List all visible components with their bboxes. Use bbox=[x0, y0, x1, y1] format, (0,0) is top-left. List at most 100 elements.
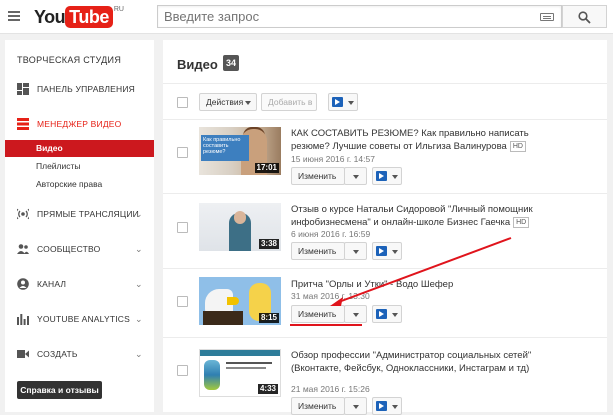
video-date: 6 июня 2016 г. 16:59 bbox=[291, 229, 371, 239]
dashboard-icon bbox=[17, 83, 29, 95]
thumbnail-art bbox=[227, 297, 239, 305]
video-duration: 8:15 bbox=[258, 313, 279, 323]
select-all-checkbox[interactable] bbox=[177, 97, 188, 108]
edit-dropdown[interactable] bbox=[344, 167, 367, 185]
video-title[interactable]: КАК СОСТАВИТЬ РЕЗЮМЕ? Как правильно напи… bbox=[291, 127, 536, 153]
page-title: Видео bbox=[177, 57, 218, 72]
sidebar-item-label: СООБЩЕСТВО bbox=[37, 244, 101, 254]
video-thumbnail[interactable]: Как правильно составить резюме? 17:01 bbox=[199, 127, 281, 175]
video-date: 21 мая 2016 г. 15:26 bbox=[291, 384, 370, 394]
channel-icon bbox=[17, 278, 29, 290]
thumbnail-art bbox=[226, 362, 272, 364]
edit-label[interactable]: Изменить bbox=[291, 397, 345, 415]
thumbnail-art bbox=[200, 350, 280, 356]
caret-down-icon bbox=[392, 405, 398, 409]
keyboard-icon[interactable] bbox=[540, 13, 554, 21]
sidebar-item-analytics[interactable]: YOUTUBE ANALYTICS ⌄ bbox=[5, 308, 154, 330]
video-title[interactable]: Притча "Орлы и Утки" - Водо Шефер bbox=[291, 278, 536, 291]
sidebar-item-label: СОЗДАТЬ bbox=[37, 349, 78, 359]
video-count-badge: 34 bbox=[223, 55, 240, 71]
search-icon bbox=[578, 11, 591, 24]
chevron-down-icon: ⌄ bbox=[135, 349, 143, 359]
caret-down-icon bbox=[392, 250, 398, 254]
share-icon bbox=[376, 171, 387, 181]
share-dropdown[interactable] bbox=[372, 167, 402, 185]
share-dropdown[interactable] bbox=[372, 242, 402, 260]
share-icon bbox=[376, 246, 387, 256]
divider bbox=[163, 337, 607, 338]
edit-button[interactable]: Изменить bbox=[291, 167, 367, 185]
divider bbox=[163, 83, 607, 84]
caret-down-icon bbox=[245, 101, 251, 105]
add-to-button[interactable]: Добавить в bbox=[261, 93, 317, 111]
edit-label[interactable]: Изменить bbox=[291, 167, 345, 185]
studio-title: ТВОРЧЕСКАЯ СТУДИЯ bbox=[17, 55, 122, 65]
edit-dropdown[interactable] bbox=[344, 242, 367, 260]
video-checkbox[interactable] bbox=[177, 296, 188, 307]
edit-dropdown[interactable] bbox=[344, 305, 367, 323]
edit-button[interactable]: Изменить bbox=[291, 305, 367, 323]
sidebar-subitem-playlists[interactable]: Плейлисты bbox=[5, 158, 154, 175]
hd-badge: HD bbox=[513, 217, 530, 228]
sidebar-item-label: КАНАЛ bbox=[37, 279, 67, 289]
video-thumbnail[interactable]: 8:15 bbox=[199, 277, 281, 325]
video-duration: 17:01 bbox=[254, 163, 279, 173]
share-dropdown[interactable] bbox=[372, 305, 402, 323]
sidebar-subitem-copyright[interactable]: Авторские права bbox=[5, 176, 154, 193]
sidebar-item-dashboard[interactable]: ПАНЕЛЬ УПРАВЛЕНИЯ bbox=[5, 78, 154, 100]
video-checkbox[interactable] bbox=[177, 222, 188, 233]
thumbnail-art bbox=[204, 360, 220, 390]
sidebar: ТВОРЧЕСКАЯ СТУДИЯ ПАНЕЛЬ УПРАВЛЕНИЯ МЕНЕ… bbox=[5, 40, 154, 412]
sidebar-item-video-manager[interactable]: МЕНЕДЖЕР ВИДЕО bbox=[5, 113, 154, 135]
share-icon bbox=[332, 97, 343, 107]
sidebar-item-community[interactable]: СООБЩЕСТВО ⌄ bbox=[5, 238, 154, 260]
sidebar-item-create[interactable]: СОЗДАТЬ ⌄ bbox=[5, 343, 154, 365]
sidebar-subitem-label: Авторские права bbox=[36, 179, 103, 189]
video-title-text: Отзыв о курсе Натальи Сидоровой "Личный … bbox=[291, 204, 533, 228]
video-title-text: Притча "Орлы и Утки" - Водо Шефер bbox=[291, 279, 454, 290]
edit-label[interactable]: Изменить bbox=[291, 242, 345, 260]
video-checkbox[interactable] bbox=[177, 147, 188, 158]
divider bbox=[163, 193, 607, 194]
sidebar-item-label: YOUTUBE ANALYTICS bbox=[37, 314, 130, 324]
video-thumbnail[interactable]: 3:38 bbox=[199, 203, 281, 251]
video-title[interactable]: Отзыв о курсе Натальи Сидоровой "Личный … bbox=[291, 203, 536, 229]
community-icon bbox=[17, 244, 29, 254]
share-dropdown[interactable] bbox=[328, 93, 358, 111]
edit-button[interactable]: Изменить bbox=[291, 397, 367, 415]
share-dropdown[interactable] bbox=[372, 397, 402, 415]
chevron-down-icon: ⌄ bbox=[135, 244, 143, 254]
thumbnail-art bbox=[203, 311, 243, 325]
video-duration: 4:33 bbox=[257, 384, 278, 394]
sidebar-item-label: ПРЯМЫЕ ТРАНСЛЯЦИИ bbox=[37, 209, 139, 219]
search-box bbox=[157, 5, 562, 28]
search-button[interactable] bbox=[562, 5, 607, 28]
youtube-logo[interactable]: You Tube RU bbox=[34, 6, 124, 28]
sidebar-item-label: МЕНЕДЖЕР ВИДЕО bbox=[37, 119, 122, 129]
video-date: 15 июня 2016 г. 14:57 bbox=[291, 154, 375, 164]
edit-dropdown[interactable] bbox=[344, 397, 367, 415]
video-manager-icon bbox=[17, 118, 29, 130]
sidebar-subitem-videos[interactable]: Видео bbox=[5, 140, 154, 157]
create-icon bbox=[17, 350, 29, 358]
caret-down-icon bbox=[353, 250, 359, 254]
share-icon bbox=[376, 309, 387, 319]
help-feedback-button[interactable]: Справка и отзывы bbox=[17, 381, 102, 399]
actions-label: Действия bbox=[206, 97, 244, 107]
search-input[interactable] bbox=[158, 6, 528, 27]
sidebar-item-live[interactable]: ПРЯМЫЕ ТРАНСЛЯЦИИ ⌄ bbox=[5, 203, 154, 225]
sidebar-item-channel[interactable]: КАНАЛ ⌄ bbox=[5, 273, 154, 295]
video-thumbnail[interactable]: 4:33 bbox=[199, 349, 281, 397]
hd-badge: HD bbox=[509, 141, 526, 152]
edit-label[interactable]: Изменить bbox=[291, 305, 345, 323]
video-title-text: КАК СОСТАВИТЬ РЕЗЮМЕ? Как правильно напи… bbox=[291, 128, 529, 152]
live-icon bbox=[17, 208, 29, 220]
edit-button[interactable]: Изменить bbox=[291, 242, 367, 260]
actions-dropdown[interactable]: Действия bbox=[199, 93, 257, 111]
video-checkbox[interactable] bbox=[177, 365, 188, 376]
video-title[interactable]: Обзор профессии "Администратор социальны… bbox=[291, 349, 536, 375]
video-manager-panel: Видео 34 Действия Добавить в Как правиль… bbox=[163, 40, 607, 415]
sidebar-item-label: ПАНЕЛЬ УПРАВЛЕНИЯ bbox=[37, 84, 135, 94]
menu-icon[interactable] bbox=[6, 9, 22, 23]
thumbnail-art bbox=[226, 367, 266, 369]
